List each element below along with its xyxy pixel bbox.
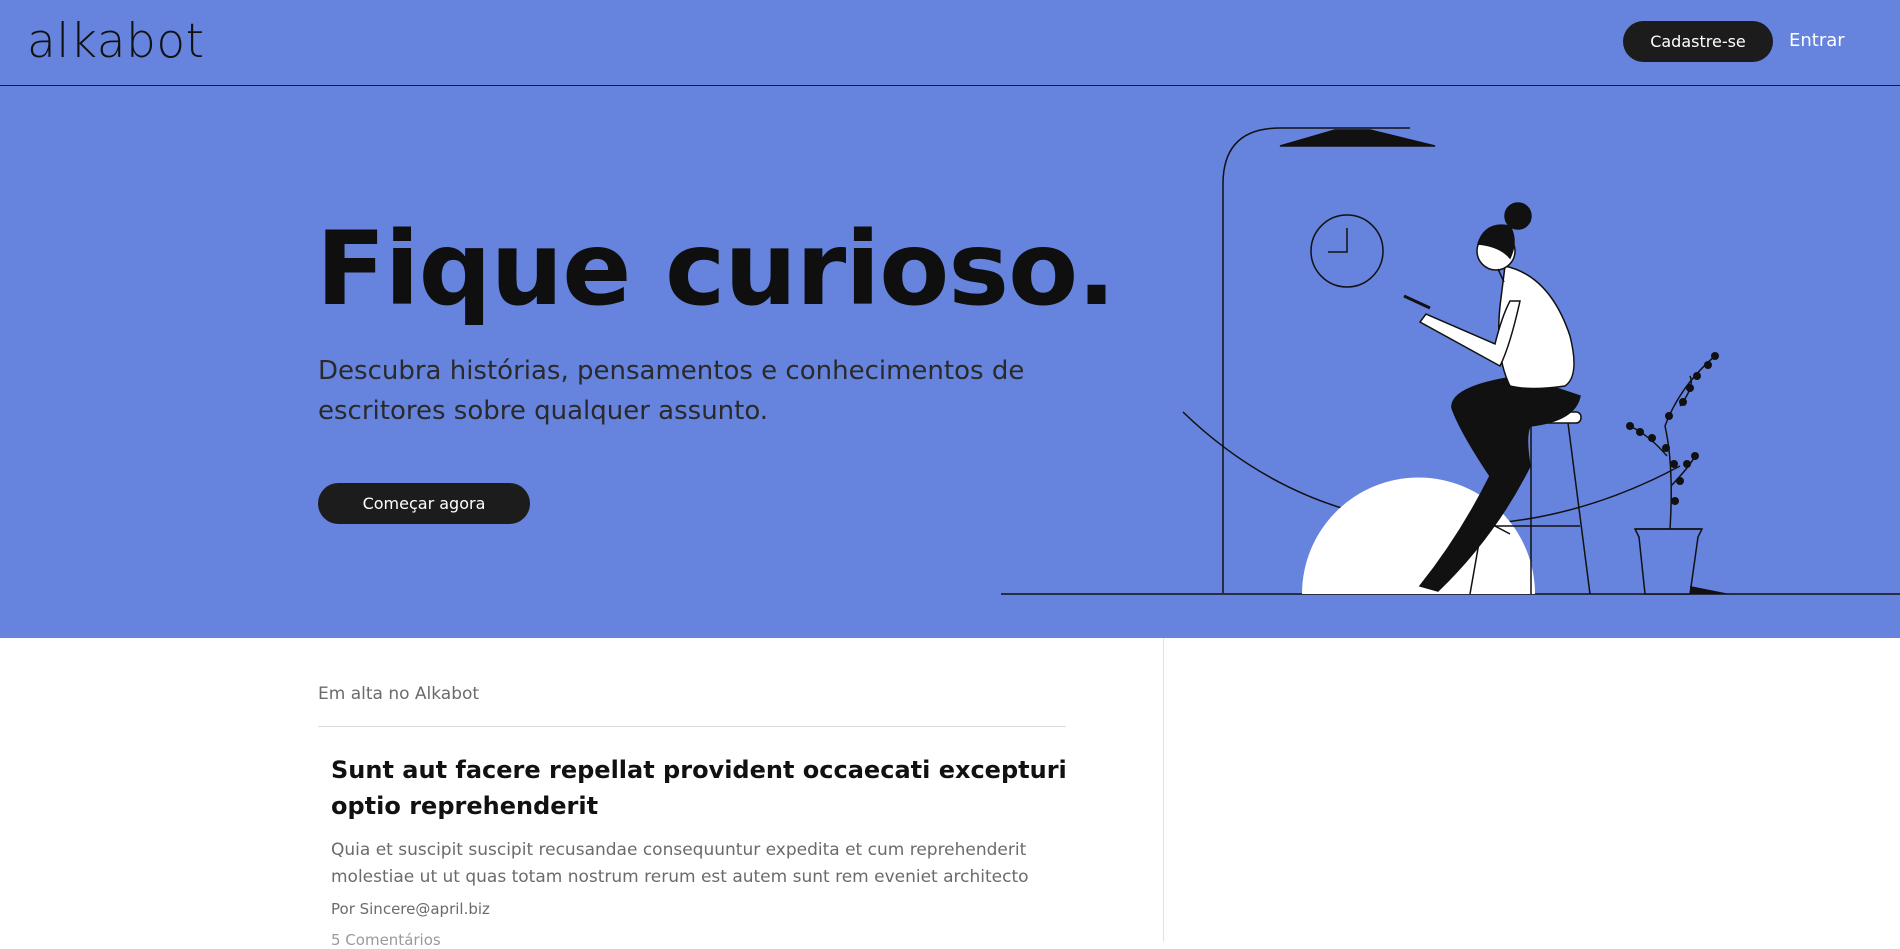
post-author: Por Sincere@april.biz — [331, 900, 490, 918]
post-excerpt: Quia et suscipit suscipit recusandae con… — [331, 840, 1029, 887]
top-navbar: alkabot Cadastre-se Entrar — [0, 0, 1900, 86]
post-title[interactable]: Sunt aut facere repellat provident occae… — [331, 752, 1071, 824]
trending-label: Em alta no Alkabot — [318, 684, 480, 704]
hero-subtitle: Descubra histórias, pensamentos e conhec… — [318, 356, 1025, 426]
post-comments[interactable]: 5 Comentários — [331, 931, 1071, 949]
post-card[interactable]: Sunt aut facere repellat provident occae… — [331, 752, 1071, 949]
login-link[interactable]: Entrar — [1789, 30, 1845, 51]
person-on-stool-with-phone-illustration — [1001, 127, 1900, 595]
signup-button[interactable]: Cadastre-se — [1623, 21, 1773, 62]
column-divider — [1163, 638, 1164, 942]
main-content: Em alta no Alkabot Sunt aut facere repel… — [0, 638, 1900, 949]
section-divider — [318, 726, 1066, 727]
logo[interactable]: alkabot — [27, 14, 205, 69]
start-now-button[interactable]: Começar agora — [318, 483, 530, 524]
hero-section: Fique curioso. Descubra histórias, pensa… — [0, 86, 1900, 638]
